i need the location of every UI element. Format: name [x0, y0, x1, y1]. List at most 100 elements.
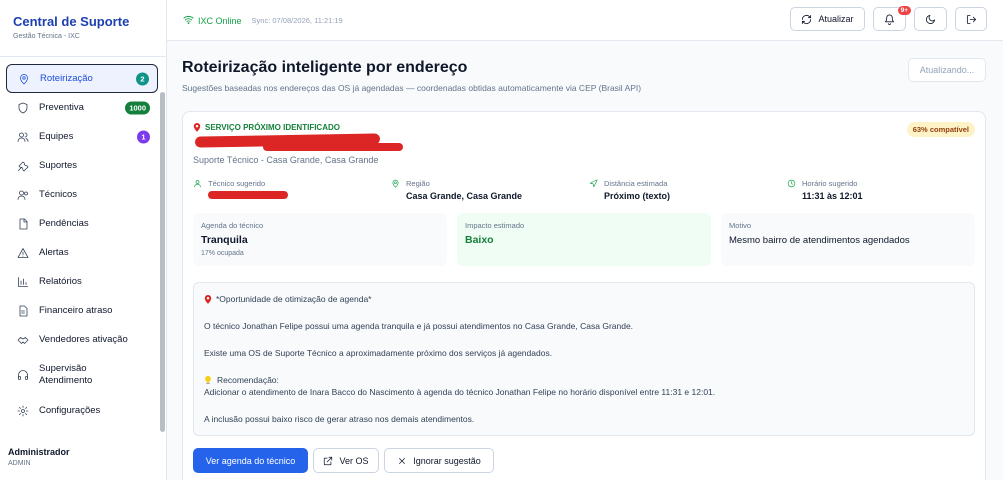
wifi-icon — [183, 14, 194, 27]
updating-button[interactable]: Atualizando... — [908, 58, 986, 82]
region-label: Região — [406, 179, 430, 188]
clock-icon — [787, 179, 796, 188]
sidebar-item-preventiva[interactable]: Preventiva 1000 — [6, 93, 158, 122]
sidebar-item-supervisao[interactable]: Supervisão Atendimento — [6, 354, 158, 396]
brand-title: Central de Suporte — [13, 14, 130, 29]
sidebar-item-label: Alertas — [39, 246, 69, 258]
sidebar-item-vendedores[interactable]: Vendedores ativação — [6, 325, 158, 354]
sidebar-item-configuracoes[interactable]: Configurações — [6, 396, 158, 425]
notifications-button[interactable]: 9+ — [873, 6, 911, 31]
moon-icon — [926, 14, 936, 24]
opportunity-line-2: Existe uma OS de Suporte Técnico a aprox… — [204, 348, 553, 358]
opportunity-title-text: *Oportunidade de otimização de agenda* — [216, 294, 372, 304]
tech-label: Técnico sugerido — [208, 179, 266, 188]
theme-toggle-button[interactable] — [914, 7, 947, 31]
sidebar-item-label: Roteirização — [40, 72, 93, 84]
suggestion-card: SERVIÇO PRÓXIMO IDENTIFICADO Suporte Téc… — [182, 111, 986, 480]
sidebar-item-financeiro[interactable]: Financeiro atraso — [6, 296, 158, 325]
user-role: ADMIN — [8, 460, 31, 467]
time-label: Horário sugerido — [802, 179, 858, 188]
metric-impact: Impacto estimado Baixo — [457, 213, 711, 266]
wrench-icon — [16, 159, 30, 173]
map-pin-icon — [392, 179, 399, 188]
sidebar-item-label: Relatórios — [39, 275, 82, 287]
count-badge: 1 — [137, 130, 150, 143]
agenda-value: Tranquila — [201, 234, 248, 246]
refresh-label: Atualizar — [818, 14, 854, 24]
sidebar-nav: Roteirização 2 Preventiva 1000 Equipes 1… — [6, 64, 158, 425]
reason-value: Mesmo bairro de atendimentos agendados — [729, 235, 910, 246]
opportunity-title: *Oportunidade de otimização de agenda* — [204, 294, 371, 304]
logout-icon — [966, 14, 976, 24]
brand-subtitle: Gestão Técnica - IXC — [13, 33, 80, 40]
handshake-icon — [16, 333, 30, 347]
user-name: Administrador — [8, 447, 70, 457]
sidebar-item-alertas[interactable]: Alertas — [6, 238, 158, 267]
sidebar-item-relatorios[interactable]: Relatórios — [6, 267, 158, 296]
gear-icon — [16, 404, 30, 418]
topbar: IXC Online Sync: 07/08/2026, 11:21:19 At… — [167, 0, 1003, 41]
brand-divider — [0, 56, 166, 57]
sidebar-item-label: Técnicos — [39, 188, 78, 200]
file-icon — [16, 217, 30, 231]
recommendation-heading: Recomendação: — [204, 375, 279, 385]
view-agenda-button[interactable]: Ver agenda do técnico — [193, 448, 308, 473]
refresh-icon — [802, 14, 812, 24]
info-region: Região Casa Grande, Casa Grande — [391, 179, 581, 201]
service-subtitle: Suporte Técnico - Casa Grande, Casa Gran… — [193, 155, 379, 165]
notification-badge: 9+ — [897, 6, 911, 15]
page-title: Roteirização inteligente por endereço — [182, 59, 468, 76]
status-text: IXC Online — [198, 15, 242, 26]
suggestion-tag-text: SERVIÇO PRÓXIMO IDENTIFICADO — [205, 122, 340, 132]
headphones-icon — [16, 368, 30, 382]
redacted-client-name-mark — [263, 143, 403, 151]
document-icon — [16, 304, 30, 318]
main-content: Roteirização inteligente por endereço Su… — [167, 41, 1003, 480]
agenda-occupancy: 17% ocupada — [201, 250, 244, 257]
logout-button[interactable] — [955, 7, 987, 31]
metric-agenda: Agenda do técnico Tranquila 17% ocupada — [193, 213, 447, 266]
view-os-button[interactable]: Ver OS — [313, 448, 379, 473]
sidebar-scrollbar-thumb[interactable] — [160, 92, 165, 432]
count-badge: 2 — [136, 72, 149, 85]
shield-icon — [16, 101, 30, 115]
sidebar-item-label: Equipes — [39, 130, 74, 142]
impact-label: Impacto estimado — [465, 221, 525, 230]
metric-reason: Motivo Mesmo bairro de atendimentos agen… — [721, 213, 975, 266]
sidebar-item-label: Preventiva — [39, 101, 84, 113]
sidebar-item-suportes[interactable]: Suportes — [6, 151, 158, 180]
sidebar-item-tecnicos[interactable]: Técnicos — [6, 180, 158, 209]
refresh-button[interactable]: Atualizar — [790, 7, 865, 31]
page-subtitle: Sugestões baseadas nos endereços das OS … — [182, 83, 642, 93]
info-time: Horário sugerido 11:31 às 12:01 — [787, 179, 977, 201]
sidebar-item-equipes[interactable]: Equipes 1 — [6, 122, 158, 151]
agenda-label: Agenda do técnico — [201, 221, 264, 230]
sidebar-item-label: Vendedores ativação — [39, 333, 128, 345]
distance-label: Distância estimada — [604, 179, 668, 188]
view-os-label: Ver OS — [339, 455, 369, 466]
sidebar-item-label: Suportes — [39, 159, 78, 171]
redacted-technician-name — [208, 191, 288, 199]
suggestion-tag: SERVIÇO PRÓXIMO IDENTIFICADO — [193, 122, 340, 132]
region-value: Casa Grande, Casa Grande — [406, 191, 523, 201]
info-distance: Distância estimada Próximo (texto) — [589, 179, 779, 201]
map-pin-icon — [17, 72, 31, 86]
sync-timestamp: Sync: 07/08/2026, 11:21:19 — [251, 16, 343, 25]
sidebar-item-pendencias[interactable]: Pendências — [6, 209, 158, 238]
ignore-suggestion-button[interactable]: Ignorar sugestão — [384, 448, 494, 473]
sidebar-item-roteirizacao[interactable]: Roteirização 2 — [6, 64, 158, 93]
user-group-icon — [16, 188, 30, 202]
close-icon — [399, 457, 406, 464]
opportunity-line-1: O técnico Jonathan Felipe possui uma age… — [204, 321, 634, 331]
pin-icon — [204, 295, 212, 304]
recommendation-text: Adicionar o atendimento de Inara Bacco d… — [204, 387, 716, 397]
compatibility-badge: 63% compatível — [906, 122, 975, 137]
opportunity-line-3: A inclusão possui baixo risco de gerar a… — [204, 414, 475, 424]
bell-icon — [884, 14, 895, 25]
ignore-label: Ignorar sugestão — [413, 455, 481, 466]
bar-chart-icon — [16, 275, 30, 289]
user-info: Administrador ADMIN — [8, 447, 70, 467]
sidebar: Central de Suporte Gestão Técnica - IXC … — [0, 0, 167, 480]
impact-value: Baixo — [465, 234, 494, 246]
time-value: 11:31 às 12:01 — [802, 191, 863, 201]
